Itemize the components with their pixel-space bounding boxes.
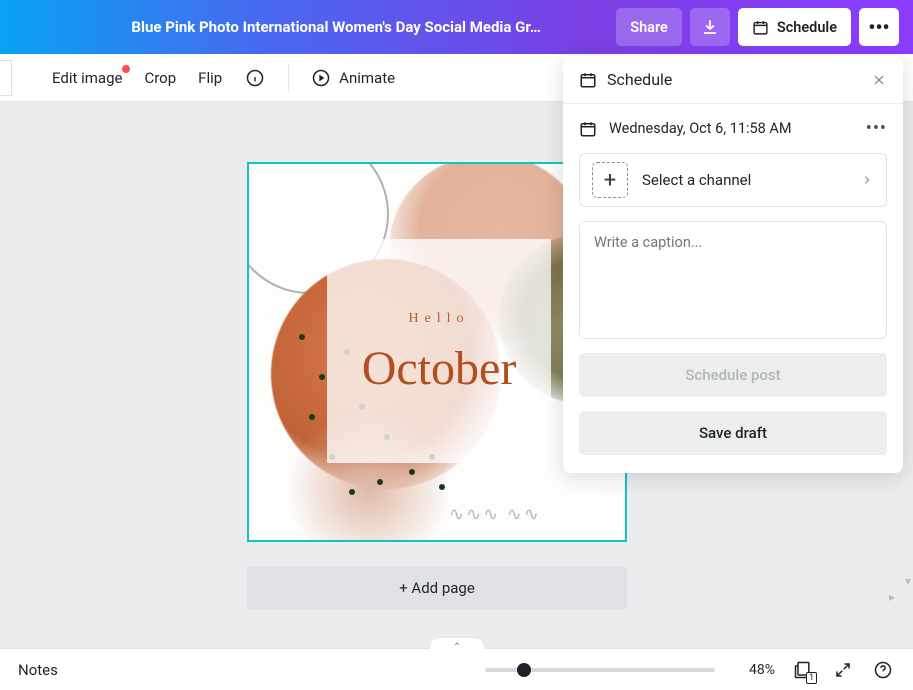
zoom-slider[interactable] bbox=[485, 668, 715, 672]
schedule-button[interactable]: Schedule bbox=[738, 8, 851, 46]
panel-title-text: Schedule bbox=[607, 70, 672, 89]
zoom-value[interactable]: 48% bbox=[731, 662, 775, 678]
page-count-badge: 1 bbox=[806, 672, 817, 684]
hello-text: Hello bbox=[408, 311, 469, 327]
zoom-slider-thumb[interactable] bbox=[517, 663, 531, 677]
info-icon bbox=[245, 68, 265, 88]
top-bar: Blue Pink Photo International Women's Da… bbox=[0, 0, 913, 54]
divider bbox=[288, 65, 289, 91]
dots-icon: ••• bbox=[868, 15, 889, 39]
notification-dot-icon bbox=[122, 65, 130, 73]
bottom-bar: Notes 48% 1 bbox=[0, 648, 913, 690]
expand-icon bbox=[834, 661, 852, 679]
animate-icon bbox=[311, 68, 331, 88]
close-icon bbox=[871, 72, 887, 88]
add-page-button[interactable]: + Add page bbox=[247, 566, 627, 610]
calendar-icon bbox=[579, 120, 597, 138]
close-button[interactable] bbox=[871, 72, 887, 88]
scroll-down-icon[interactable]: ▾ bbox=[905, 574, 911, 588]
schedule-button-label: Schedule bbox=[777, 19, 837, 36]
month-text: October bbox=[362, 341, 517, 396]
share-button[interactable]: Share bbox=[616, 8, 682, 46]
text-card[interactable]: Hello October bbox=[327, 239, 551, 463]
notes-expand-button[interactable] bbox=[429, 637, 485, 649]
edit-image-button[interactable]: Edit image bbox=[52, 69, 122, 87]
help-button[interactable] bbox=[871, 658, 895, 682]
download-button[interactable] bbox=[690, 8, 730, 46]
download-icon bbox=[701, 18, 719, 36]
chevron-right-icon bbox=[860, 173, 874, 187]
help-icon bbox=[873, 660, 893, 680]
calendar-icon bbox=[752, 19, 769, 36]
caption-input[interactable] bbox=[579, 221, 887, 339]
crop-button[interactable]: Crop bbox=[144, 69, 176, 87]
flip-button[interactable]: Flip bbox=[198, 69, 222, 87]
edit-image-label: Edit image bbox=[52, 69, 122, 87]
fullscreen-button[interactable] bbox=[831, 658, 855, 682]
chevron-up-icon bbox=[451, 640, 463, 648]
color-swatch[interactable] bbox=[0, 60, 12, 96]
schedule-panel: Schedule Wednesday, Oct 6, 11:58 AM ••• … bbox=[563, 56, 903, 473]
scroll-right-icon[interactable]: ▸ bbox=[889, 590, 895, 604]
calendar-icon bbox=[579, 71, 597, 89]
select-channel-label: Select a channel bbox=[642, 171, 846, 189]
animate-button[interactable]: Animate bbox=[311, 68, 395, 88]
select-channel-button[interactable]: + Select a channel bbox=[579, 153, 887, 207]
document-title[interactable]: Blue Pink Photo International Women's Da… bbox=[14, 18, 608, 36]
info-button[interactable] bbox=[244, 67, 266, 89]
decor-squiggle: ∿∿∿ ∿∿ bbox=[449, 504, 541, 525]
plus-box-icon: + bbox=[592, 162, 628, 198]
more-button[interactable]: ••• bbox=[859, 8, 899, 46]
schedule-date-text: Wednesday, Oct 6, 11:58 AM bbox=[609, 120, 792, 137]
schedule-post-button[interactable]: Schedule post bbox=[579, 353, 887, 397]
save-draft-button[interactable]: Save draft bbox=[579, 411, 887, 455]
animate-label: Animate bbox=[339, 69, 395, 87]
schedule-date-button[interactable]: Wednesday, Oct 6, 11:58 AM bbox=[579, 120, 854, 138]
notes-button[interactable]: Notes bbox=[18, 661, 58, 679]
page-view-button[interactable]: 1 bbox=[791, 658, 815, 682]
date-options-button[interactable]: ••• bbox=[866, 118, 887, 139]
